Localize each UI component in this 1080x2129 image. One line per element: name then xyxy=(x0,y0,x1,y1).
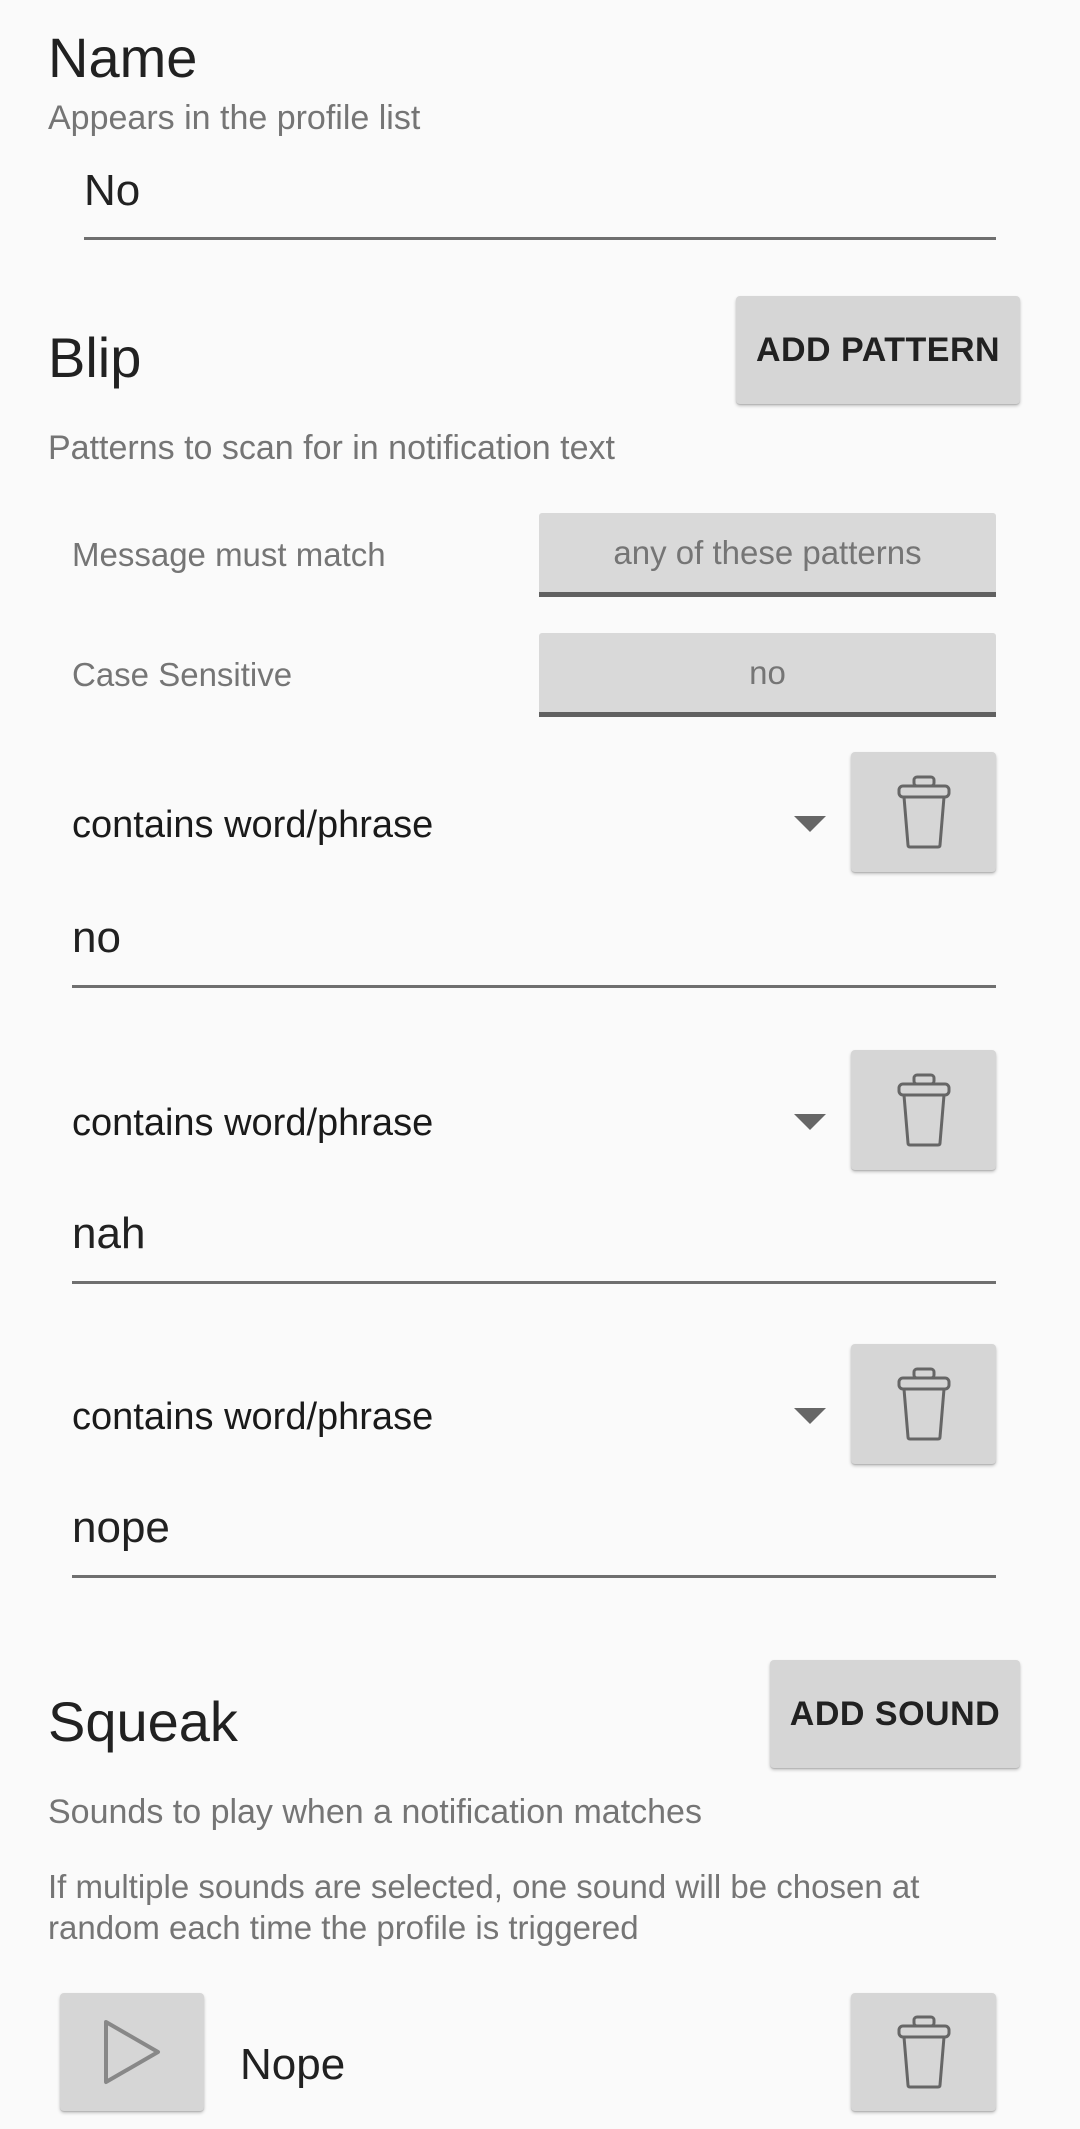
dropdown-arrow-icon xyxy=(794,816,826,832)
sound-name: Nope xyxy=(240,2040,346,2089)
pattern-type-dropdown-1[interactable]: contains word/phrase xyxy=(72,752,832,902)
pattern-value-input-2[interactable] xyxy=(72,1200,996,1284)
add-sound-button[interactable]: ADD SOUND xyxy=(770,1660,1020,1768)
dropdown-arrow-icon xyxy=(794,1408,826,1424)
case-sensitive-label: Case Sensitive xyxy=(72,656,293,693)
trash-icon xyxy=(896,1073,952,1147)
trash-icon xyxy=(896,775,952,849)
delete-pattern-button-1[interactable] xyxy=(851,752,996,872)
pattern-value-input-3[interactable] xyxy=(72,1494,996,1578)
delete-pattern-button-2[interactable] xyxy=(851,1050,996,1170)
play-sound-button[interactable] xyxy=(60,1993,204,2111)
profile-name-input[interactable] xyxy=(84,158,996,240)
pattern-type-dropdown-2[interactable]: contains word/phrase xyxy=(72,1050,832,1200)
name-section-subtitle: Appears in the profile list xyxy=(48,99,421,137)
pattern-type-label-1: contains word/phrase xyxy=(72,804,434,846)
case-sensitive-selector[interactable]: no xyxy=(539,633,996,717)
trash-icon xyxy=(896,1367,952,1441)
name-section-title: Name xyxy=(48,26,198,89)
match-mode-label: Message must match xyxy=(72,536,386,573)
delete-sound-button[interactable] xyxy=(851,1993,996,2111)
match-mode-selector[interactable]: any of these patterns xyxy=(539,513,996,597)
squeak-section-subtitle: Sounds to play when a notification match… xyxy=(48,1793,702,1831)
trash-icon xyxy=(896,2015,952,2089)
add-pattern-button[interactable]: ADD PATTERN xyxy=(736,296,1020,404)
play-icon xyxy=(100,2017,164,2087)
dropdown-arrow-icon xyxy=(794,1114,826,1130)
blip-section-subtitle: Patterns to scan for in notification tex… xyxy=(48,429,615,467)
squeak-section-title: Squeak xyxy=(48,1690,238,1753)
pattern-value-input-1[interactable] xyxy=(72,904,996,988)
pattern-type-label-3: contains word/phrase xyxy=(72,1396,434,1438)
delete-pattern-button-3[interactable] xyxy=(851,1344,996,1464)
blip-section-title: Blip xyxy=(48,326,142,389)
pattern-type-dropdown-3[interactable]: contains word/phrase xyxy=(72,1344,832,1494)
pattern-type-label-2: contains word/phrase xyxy=(72,1102,434,1144)
squeak-section-note: If multiple sounds are selected, one sou… xyxy=(48,1868,920,1947)
